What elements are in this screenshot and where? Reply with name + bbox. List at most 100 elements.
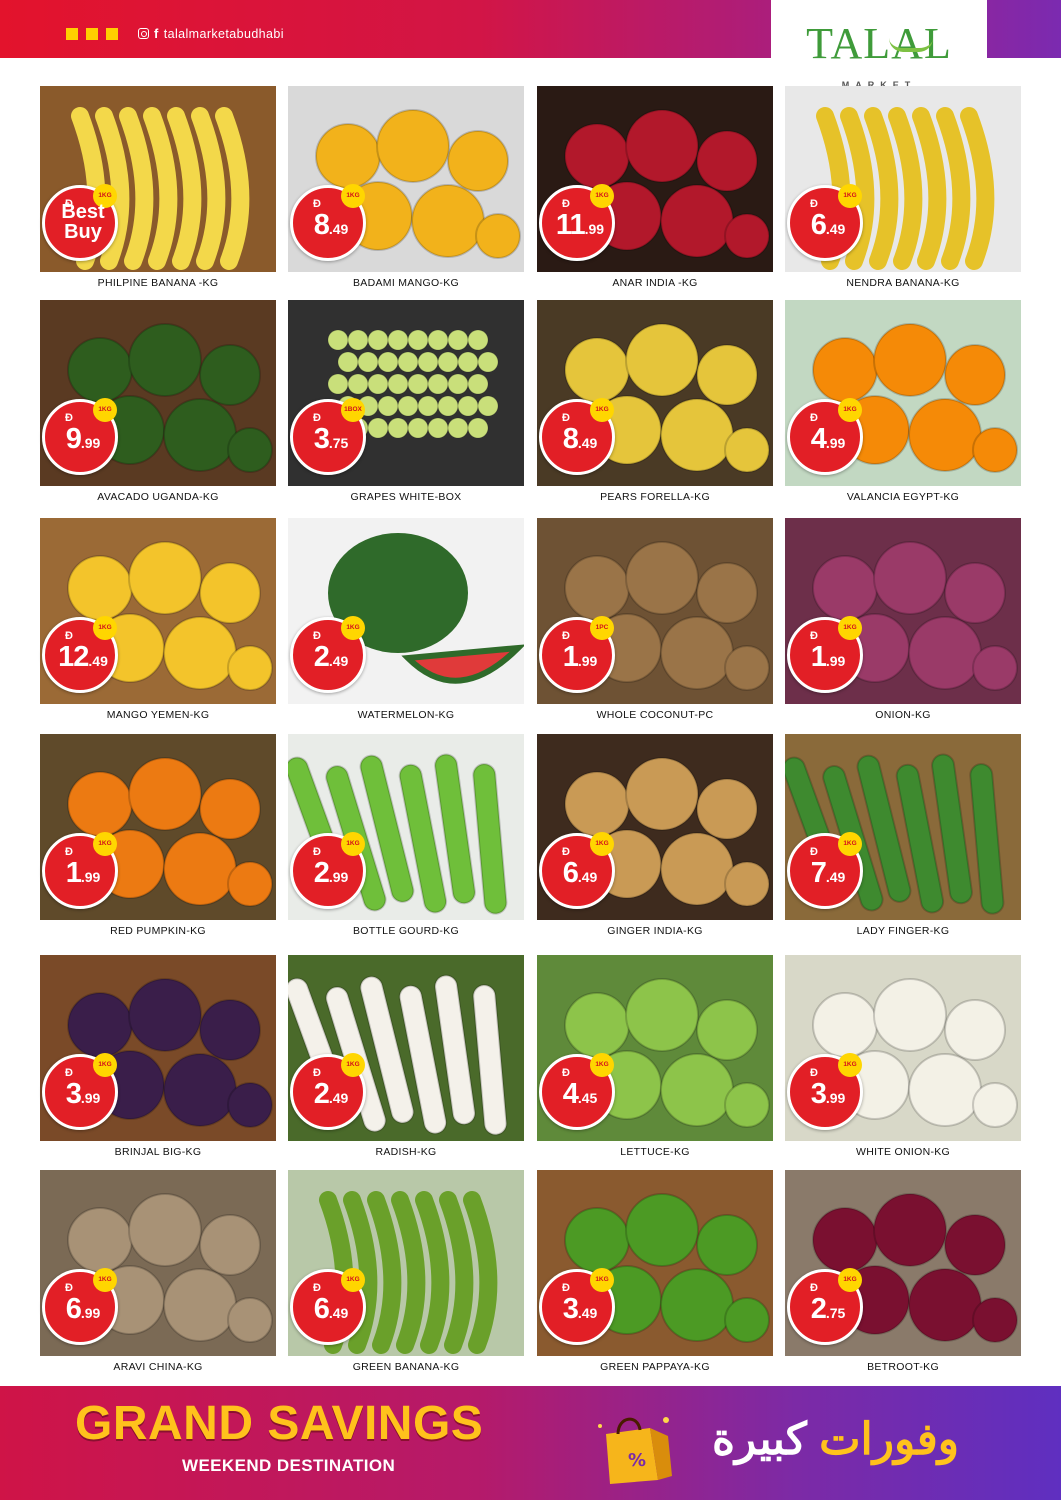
price-integer: 3 xyxy=(313,423,330,455)
price-decimal: .99 xyxy=(80,1305,101,1321)
product-price: 2.99 xyxy=(293,856,369,894)
product-price: 11.99 xyxy=(542,208,618,246)
price-integer: 8 xyxy=(313,209,330,241)
product-price: 3.99 xyxy=(790,1077,866,1115)
product-price: 1.99 xyxy=(45,856,121,894)
price-integer: 3 xyxy=(562,1293,579,1325)
price-decimal: .99 xyxy=(328,869,349,885)
price-decimal: .49 xyxy=(825,221,846,237)
price-decimal: .49 xyxy=(328,1090,349,1106)
best-buy-label: Best Buy xyxy=(61,201,105,243)
product-price: 7.49 xyxy=(790,856,866,894)
arabic-word-1: وفورات xyxy=(819,1415,959,1464)
product-price: 2.49 xyxy=(293,640,369,678)
price-badge: 1KG Đ 6.49 xyxy=(539,832,615,909)
product-name: ONION-KG xyxy=(875,709,931,721)
footer-banner: GRAND SAVINGS WEEKEND DESTINATION % وفور… xyxy=(0,1386,1061,1500)
product-price: 4.99 xyxy=(790,422,866,460)
product-price: 6.49 xyxy=(790,208,866,246)
unit-tag: 1KG xyxy=(838,184,862,208)
price-badge: 1KG Đ 3.99 xyxy=(787,1053,866,1130)
unit-tag: 1KG xyxy=(838,1268,862,1292)
price-badge: 1KG Đ 6.49 xyxy=(787,184,866,261)
price-badge: 1KG Đ 12.49 xyxy=(42,616,121,693)
price-badge: 1KG Đ 2.99 xyxy=(290,832,369,909)
price-decimal: .49 xyxy=(577,869,598,885)
unit-tag: 1KG xyxy=(341,1053,365,1077)
product-name: GREEN PAPPAYA-KG xyxy=(600,1361,710,1373)
product-price: 3.99 xyxy=(45,1077,121,1115)
product-name: ANAR INDIA -KG xyxy=(612,277,698,289)
price-decimal: .99 xyxy=(80,1090,101,1106)
product-price: 3.75 xyxy=(293,422,369,460)
price-decimal: .75 xyxy=(328,435,349,451)
instagram-icon xyxy=(138,28,149,39)
unit-tag: 1KG xyxy=(341,184,365,208)
product-name: BADAMI MANGO-KG xyxy=(352,277,459,289)
product-price: 8.49 xyxy=(542,422,618,460)
product-name: BETROOT-KG xyxy=(867,1361,939,1373)
brand-logo: TALAL MARKET xyxy=(771,0,987,98)
price-integer: 1 xyxy=(810,641,827,673)
price-badge: 1KG Đ 8.49 xyxy=(290,184,369,261)
footer-arabic-text: وفورات كبيرة xyxy=(712,1414,992,1465)
price-integer: 6 xyxy=(313,1293,330,1325)
product-name: ARAVI CHINA-KG xyxy=(113,1361,203,1373)
price-integer: 7 xyxy=(810,857,827,889)
unit-tag: 1KG xyxy=(93,398,117,422)
product-price: 8.49 xyxy=(293,208,369,246)
product-price: 9.99 xyxy=(45,422,121,460)
footer-headline: GRAND SAVINGS xyxy=(75,1397,484,1450)
price-integer: 9 xyxy=(65,423,82,455)
price-integer: 3 xyxy=(810,1078,827,1110)
price-integer: 6 xyxy=(65,1293,82,1325)
price-decimal: .49 xyxy=(88,653,108,669)
price-integer: 4 xyxy=(562,1078,579,1110)
decorative-squares xyxy=(66,28,118,40)
price-integer: 2 xyxy=(313,641,330,673)
shopping-bag-icon: % xyxy=(598,1417,672,1484)
price-badge: 1KG Đ Best Buy xyxy=(42,184,118,261)
price-badge: 1KG Đ 2.49 xyxy=(290,616,369,693)
price-integer: 8 xyxy=(562,423,579,455)
product-price: 2.49 xyxy=(293,1077,369,1115)
price-badge: 1KG Đ 1.99 xyxy=(42,832,121,909)
product-name: PEARS FORELLA-KG xyxy=(600,491,710,503)
arabic-word-2: كبيرة xyxy=(712,1415,807,1464)
footer-subline: WEEKEND DESTINATION xyxy=(182,1456,396,1475)
product-price: 1.99 xyxy=(790,640,866,678)
price-badge: 1KG Đ 3.49 xyxy=(539,1268,618,1345)
price-badge: 1KG Đ 9.99 xyxy=(42,398,121,475)
product-name: AVACADO UGANDA-KG xyxy=(97,491,219,503)
price-badge: 1KG Đ 2.49 xyxy=(290,1053,369,1130)
price-integer: 11 xyxy=(555,209,586,241)
price-decimal: .99 xyxy=(80,435,101,451)
price-integer: 4 xyxy=(810,423,827,455)
price-decimal: .99 xyxy=(584,221,605,237)
product-name: BOTTLE GOURD-KG xyxy=(352,925,459,937)
unit-tag: 1KG xyxy=(590,184,614,208)
unit-tag: 1KG xyxy=(341,616,365,640)
price-decimal: .49 xyxy=(328,221,349,237)
social-handle-text: talalmarketabudhabi xyxy=(163,26,284,41)
product-name: BRINJAL BIG-KG xyxy=(114,1146,202,1158)
price-badge: 1KG Đ 8.49 xyxy=(539,398,618,475)
product-price: 12.49 xyxy=(45,640,121,678)
svg-text:%: % xyxy=(628,1450,646,1471)
social-handle[interactable]: f talalmarketabudhabi xyxy=(138,26,284,41)
unit-tag: 1KG xyxy=(341,832,365,856)
product-name: WHITE ONION-KG xyxy=(855,1146,951,1158)
product-price: 4.45 xyxy=(542,1077,618,1115)
product-name: RADISH-KG xyxy=(375,1146,437,1158)
unit-tag: 1KG xyxy=(590,1268,614,1292)
price-decimal: .99 xyxy=(80,869,101,885)
price-decimal: .49 xyxy=(328,1305,349,1321)
product-price: 3.49 xyxy=(542,1292,618,1330)
price-badge: 1PC Đ 1.99 xyxy=(539,616,615,693)
product-name: VALANCIA EGYPT-KG xyxy=(846,491,960,503)
price-integer: 2 xyxy=(810,1293,827,1325)
price-badge: 1KG Đ 2.75 xyxy=(787,1268,863,1345)
price-integer: 2 xyxy=(313,1078,330,1110)
unit-tag: 1KG xyxy=(93,1268,117,1292)
price-integer: 1 xyxy=(65,857,82,889)
